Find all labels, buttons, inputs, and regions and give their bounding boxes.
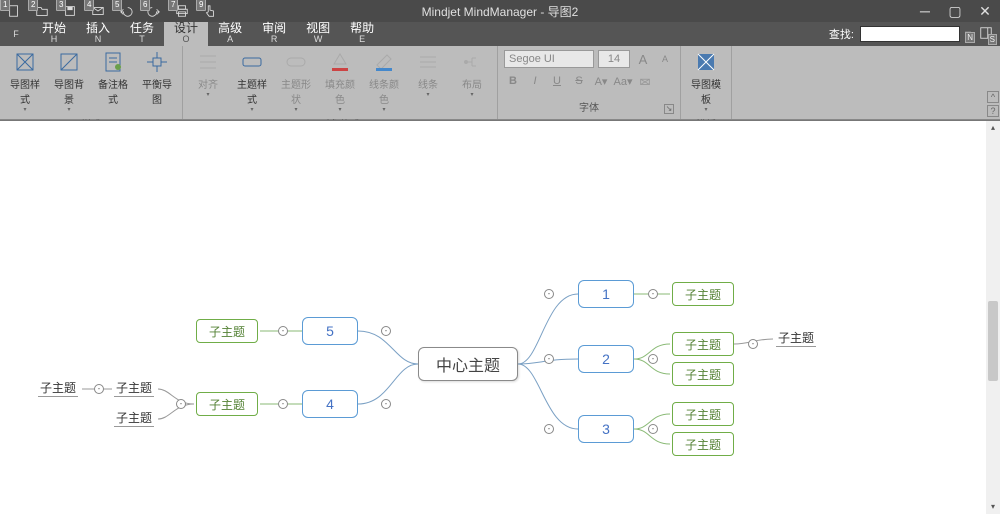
scroll-up-icon[interactable]: ▴ bbox=[986, 121, 1000, 135]
window-controls: ─ ▢ ✕ bbox=[910, 0, 1000, 22]
qat-touch[interactable]: 9 bbox=[196, 0, 224, 22]
quick-access-toolbar: 1 2 3 4 5 6 7 9 bbox=[0, 0, 224, 22]
sub-topic[interactable]: 子主题 bbox=[672, 332, 734, 356]
map-background-button[interactable]: 导图背景▾ bbox=[48, 48, 90, 115]
font-name-input[interactable] bbox=[504, 50, 594, 68]
notes-format-button[interactable]: 备注格式 bbox=[92, 48, 134, 108]
font-color-button[interactable]: A▾ bbox=[592, 72, 610, 90]
tab-design[interactable]: 设计O bbox=[164, 22, 208, 46]
italic-button[interactable]: I bbox=[526, 72, 544, 90]
font-launcher[interactable]: ↘ bbox=[664, 104, 674, 114]
expand-icon[interactable]: - bbox=[278, 399, 288, 409]
scroll-down-icon[interactable]: ▾ bbox=[986, 500, 1000, 514]
line-color-button[interactable]: 线条颜色▾ bbox=[363, 48, 405, 115]
underline-button[interactable]: U bbox=[548, 72, 566, 90]
minimize-button[interactable]: ─ bbox=[910, 0, 940, 22]
leaf-topic[interactable]: 子主题 bbox=[776, 329, 816, 347]
sub-topic[interactable]: 子主题 bbox=[672, 432, 734, 456]
expand-icon[interactable]: - bbox=[381, 399, 391, 409]
main-topic-5[interactable]: 5 bbox=[302, 317, 358, 345]
main-topic-3[interactable]: 3 bbox=[578, 415, 634, 443]
qat-print[interactable]: 7 bbox=[168, 0, 196, 22]
sub-topic[interactable]: 子主题 bbox=[196, 319, 258, 343]
vertical-scrollbar[interactable]: ▴ ▾ bbox=[986, 121, 1000, 514]
clear-format-button[interactable] bbox=[636, 72, 654, 90]
expand-icon[interactable]: - bbox=[648, 354, 658, 364]
topic-style-button[interactable]: 主题样式▾ bbox=[231, 48, 273, 115]
tab-review[interactable]: 审阅R bbox=[252, 22, 296, 46]
expand-icon[interactable]: - bbox=[748, 339, 758, 349]
center-topic[interactable]: 中心主题 bbox=[418, 347, 518, 381]
main-topic-1[interactable]: 1 bbox=[578, 280, 634, 308]
ribbon-collapse[interactable]: ^? bbox=[986, 46, 1000, 119]
qat-new[interactable]: 1 bbox=[0, 0, 28, 22]
ribbon-group-style: 导图样式▾ 导图背景▾ 备注格式 平衡导图 样式↘ bbox=[0, 46, 183, 119]
qat-email[interactable]: 4 bbox=[84, 0, 112, 22]
canvas-area: 中心主题 1 2 3 子主题 子主题 子主题 子主题 子主题 子主题 5 4 子… bbox=[0, 120, 1000, 514]
search-input[interactable] bbox=[860, 26, 960, 42]
main-topic-4[interactable]: 4 bbox=[302, 390, 358, 418]
sub-topic[interactable]: 子主题 bbox=[196, 392, 258, 416]
expand-icon[interactable]: - bbox=[648, 424, 658, 434]
expand-icon[interactable]: - bbox=[648, 289, 658, 299]
tab-advanced[interactable]: 高级A bbox=[208, 22, 252, 46]
ribbon: 导图样式▾ 导图背景▾ 备注格式 平衡导图 样式↘ 对齐▾ 主题样式▾ 主题形状… bbox=[0, 46, 1000, 120]
font-size-input[interactable] bbox=[598, 50, 630, 68]
qat-undo[interactable]: 5 bbox=[112, 0, 140, 22]
qat-open[interactable]: 2 bbox=[28, 0, 56, 22]
expand-icon[interactable]: - bbox=[176, 399, 186, 409]
close-button[interactable]: ✕ bbox=[970, 0, 1000, 22]
leaf-topic[interactable]: 子主题 bbox=[114, 409, 154, 427]
topic-shape-button[interactable]: 主题形状▾ bbox=[275, 48, 317, 115]
search-label: 查找: bbox=[829, 26, 854, 42]
title-bar: 1 2 3 4 5 6 7 9 Mindjet MindManager - 导图… bbox=[0, 0, 1000, 22]
expand-icon[interactable]: - bbox=[381, 326, 391, 336]
tab-home[interactable]: 开始H bbox=[32, 22, 76, 46]
shrink-font-icon[interactable]: A bbox=[656, 50, 674, 68]
mindmap-canvas[interactable]: 中心主题 1 2 3 子主题 子主题 子主题 子主题 子主题 子主题 5 4 子… bbox=[0, 121, 1000, 514]
line-button[interactable]: 线条▾ bbox=[407, 48, 449, 100]
expand-icon[interactable]: - bbox=[544, 354, 554, 364]
qat-save[interactable]: 3 bbox=[56, 0, 84, 22]
search-options-icon[interactable]: ▾N bbox=[962, 27, 974, 41]
sub-topic[interactable]: 子主题 bbox=[672, 402, 734, 426]
text-case-button[interactable]: Aa▾ bbox=[614, 72, 632, 90]
tab-task[interactable]: 任务T bbox=[120, 22, 164, 46]
file-tab[interactable]: F bbox=[0, 22, 32, 46]
expand-icon[interactable]: - bbox=[94, 384, 104, 394]
ribbon-group-font: A A B I U S A▾ Aa▾ 字体 ↘ bbox=[498, 46, 681, 119]
fill-color-button[interactable]: 填充颜色▾ bbox=[319, 48, 361, 115]
collapse-ribbon-icon[interactable]: ^ bbox=[987, 91, 999, 103]
group-label-font: 字体 bbox=[579, 103, 599, 114]
tab-view[interactable]: 视图W bbox=[296, 22, 340, 46]
grow-font-icon[interactable]: A bbox=[634, 50, 652, 68]
ribbon-group-template: 导图模板▾ 模板 bbox=[681, 46, 732, 119]
expand-icon[interactable]: - bbox=[544, 289, 554, 299]
align-button[interactable]: 对齐▾ bbox=[187, 48, 229, 100]
tab-help[interactable]: 帮助E bbox=[340, 22, 384, 46]
map-style-button[interactable]: 导图样式▾ bbox=[4, 48, 46, 115]
leaf-topic[interactable]: 子主题 bbox=[38, 379, 78, 397]
tab-insert[interactable]: 插入N bbox=[76, 22, 120, 46]
window-title: Mindjet MindManager - 导图2 bbox=[422, 3, 579, 20]
maximize-button[interactable]: ▢ bbox=[940, 0, 970, 22]
qat-redo[interactable]: 6 bbox=[140, 0, 168, 22]
balance-map-button[interactable]: 平衡导图 bbox=[136, 48, 178, 108]
expand-icon[interactable]: - bbox=[544, 424, 554, 434]
task-pane-icon[interactable]: S bbox=[976, 26, 996, 43]
strike-button[interactable]: S bbox=[570, 72, 588, 90]
layout-button[interactable]: 布局▾ bbox=[451, 48, 493, 100]
help-icon[interactable]: ? bbox=[987, 105, 999, 117]
scroll-thumb[interactable] bbox=[988, 301, 998, 381]
bold-button[interactable]: B bbox=[504, 72, 522, 90]
ribbon-group-object: 对齐▾ 主题样式▾ 主题形状▾ 填充颜色▾ 线条颜色▾ 线条▾ 布局▾ 对象格式… bbox=[183, 46, 498, 119]
main-topic-2[interactable]: 2 bbox=[578, 345, 634, 373]
expand-icon[interactable]: - bbox=[278, 326, 288, 336]
ribbon-tabs: F 开始H 插入N 任务T 设计O 高级A 审阅R 视图W 帮助E 查找: ▾N… bbox=[0, 22, 1000, 46]
leaf-topic[interactable]: 子主题 bbox=[114, 379, 154, 397]
sub-topic[interactable]: 子主题 bbox=[672, 282, 734, 306]
sub-topic[interactable]: 子主题 bbox=[672, 362, 734, 386]
map-template-button[interactable]: 导图模板▾ bbox=[685, 48, 727, 115]
connector-lines bbox=[0, 121, 1000, 514]
